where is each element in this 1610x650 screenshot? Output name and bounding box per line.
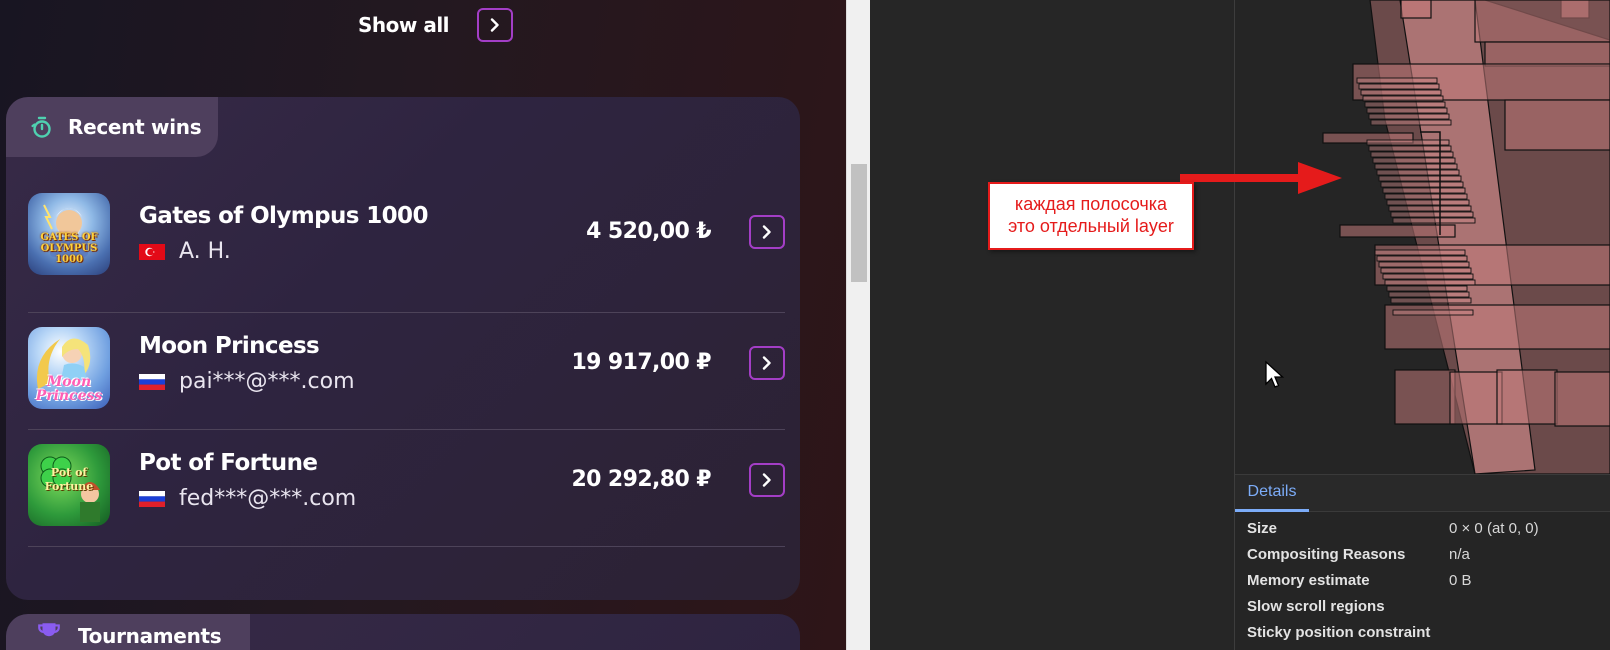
recent-wins-list: GATES OF OLYMPUS 1000 Gates of Olympus 1… bbox=[28, 193, 785, 547]
layers-visualization bbox=[1322, 0, 1610, 474]
chevron-right-icon bbox=[762, 473, 771, 487]
game-thumbnail-text: Pot of Fortune bbox=[44, 466, 94, 493]
player-name: A. H. bbox=[179, 239, 231, 264]
game-name[interactable]: Gates of Olympus 1000 bbox=[139, 203, 428, 229]
chevron-right-icon bbox=[762, 356, 771, 370]
tab-details[interactable]: Details bbox=[1235, 475, 1309, 512]
property-label: Slow scroll regions bbox=[1247, 598, 1385, 615]
russia-flag-icon bbox=[139, 373, 165, 390]
property-value: 0 × 0 (at 0, 0) bbox=[1449, 520, 1539, 537]
show-all-label[interactable]: Show all bbox=[358, 13, 450, 37]
tournaments-header: Tournaments bbox=[6, 614, 250, 650]
details-row-size: Size 0 × 0 (at 0, 0) bbox=[1235, 515, 1610, 541]
stopwatch-icon bbox=[31, 116, 51, 138]
layer-details-pane: Details Size 0 × 0 (at 0, 0) Compositing… bbox=[1235, 474, 1610, 650]
game-thumbnail-text: GATES OF OLYMPUS 1000 bbox=[40, 232, 98, 265]
recent-wins-title: Recent wins bbox=[68, 115, 202, 139]
details-row-slow-scroll-regions: Slow scroll regions bbox=[1235, 593, 1610, 619]
win-amount: 4 520,00 ₺ bbox=[586, 219, 711, 244]
annotation-line: это отдельный layer bbox=[1008, 216, 1174, 236]
property-value: n/a bbox=[1449, 546, 1470, 563]
devtools-layers-panel: каждая полосочка это отдельный layer Det… bbox=[870, 0, 1610, 650]
red-arrow-annotation bbox=[1180, 162, 1342, 194]
details-row-sticky-position-constraint: Sticky position constraint bbox=[1235, 619, 1610, 645]
show-all-row: Show all bbox=[358, 8, 514, 42]
page-scrollbar[interactable] bbox=[846, 0, 870, 650]
tournaments-panel: Tournaments bbox=[6, 614, 800, 650]
game-thumbnail-pot-of-fortune[interactable]: Pot of Fortune bbox=[28, 444, 110, 526]
russia-flag-icon bbox=[139, 490, 165, 507]
scrollbar-thumb[interactable] bbox=[851, 164, 867, 282]
recent-wins-header: Recent wins bbox=[6, 97, 218, 157]
property-value: 0 B bbox=[1449, 572, 1472, 589]
player-name: pai***@***.com bbox=[179, 369, 355, 394]
chevron-right-icon bbox=[490, 18, 499, 32]
game-thumbnail-text: Moon Princess bbox=[35, 374, 103, 404]
game-thumbnail-gates-of-olympus[interactable]: GATES OF OLYMPUS 1000 bbox=[28, 193, 110, 275]
layers-3d-view[interactable] bbox=[1235, 0, 1610, 474]
player-info: fed***@***.com bbox=[139, 486, 356, 511]
annotation-line: каждая полосочка bbox=[1014, 194, 1168, 214]
details-row-compositing-reasons: Compositing Reasons n/a bbox=[1235, 541, 1610, 567]
open-game-button[interactable] bbox=[749, 346, 785, 380]
win-amount: 20 292,80 ₽ bbox=[571, 467, 711, 492]
recent-wins-panel: Recent wins GATES OF OLYMPUS 1000 Gates … bbox=[6, 97, 800, 600]
tournaments-title: Tournaments bbox=[78, 624, 222, 648]
open-game-button[interactable] bbox=[749, 463, 785, 497]
player-info: A. H. bbox=[139, 239, 231, 264]
details-row-memory-estimate: Memory estimate 0 B bbox=[1235, 567, 1610, 593]
win-row[interactable]: GATES OF OLYMPUS 1000 Gates of Olympus 1… bbox=[28, 193, 785, 313]
details-tabbar: Details bbox=[1235, 475, 1610, 512]
chevron-right-icon bbox=[762, 225, 771, 239]
player-name: fed***@***.com bbox=[179, 486, 357, 511]
property-label: Size bbox=[1247, 520, 1278, 537]
game-name[interactable]: Moon Princess bbox=[139, 333, 320, 359]
win-amount: 19 917,00 ₽ bbox=[571, 350, 711, 375]
annotation-note: каждая полосочка это отдельный layer bbox=[988, 182, 1194, 250]
trophy-icon bbox=[38, 623, 60, 637]
details-properties: Size 0 × 0 (at 0, 0) Compositing Reasons… bbox=[1235, 512, 1610, 645]
game-thumbnail-moon-princess[interactable]: Moon Princess bbox=[28, 327, 110, 409]
property-label: Compositing Reasons bbox=[1247, 546, 1406, 563]
mouse-cursor-icon bbox=[1265, 360, 1285, 388]
property-label: Memory estimate bbox=[1247, 572, 1370, 589]
open-game-button[interactable] bbox=[749, 215, 785, 249]
show-all-button[interactable] bbox=[477, 8, 514, 42]
game-name[interactable]: Pot of Fortune bbox=[139, 450, 318, 476]
property-label: Sticky position constraint bbox=[1247, 624, 1431, 641]
win-row[interactable]: Pot of Fortune Pot of Fortune fed***@***… bbox=[28, 427, 785, 547]
turkey-flag-icon bbox=[139, 243, 165, 260]
win-row[interactable]: Moon Princess Moon Princess pai***@***.c… bbox=[28, 310, 785, 430]
casino-page: Show all Recent wins GATES OF OLYMPUS 10… bbox=[0, 0, 846, 650]
player-info: pai***@***.com bbox=[139, 369, 355, 394]
